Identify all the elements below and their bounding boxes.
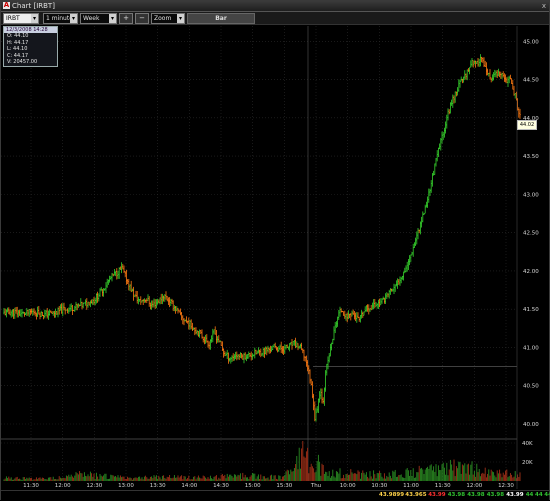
quote-value: 43.99 xyxy=(428,492,446,498)
quote-value: 44 xyxy=(544,492,550,498)
price-tick-label: 43.00 xyxy=(523,192,539,198)
quote-value: 43.99 xyxy=(506,492,524,498)
price-tick-label: 41.50 xyxy=(523,307,539,313)
volume-value: V: 20457.00 xyxy=(7,59,38,66)
quote-value: 43.98 xyxy=(447,492,466,498)
time-tick-label: 12:00 xyxy=(466,483,482,489)
time-tick-label: 11:30 xyxy=(435,483,451,489)
price-tick-label: 41.00 xyxy=(523,345,539,351)
last-price-label: 44.02 xyxy=(517,120,537,130)
time-tick-label: Thu xyxy=(310,483,321,489)
time-tick-label: 15:30 xyxy=(276,483,292,489)
close-value: C: 44.17 xyxy=(7,52,29,59)
high-value: H: 44.17 xyxy=(7,39,29,46)
volume-axis: 40K 20K xyxy=(522,441,533,466)
chart-grid xyxy=(1,26,517,481)
time-tick-label: 11:30 xyxy=(23,483,39,489)
quote-value: 43.965 xyxy=(405,492,427,498)
time-tick-label: 13:30 xyxy=(150,483,166,489)
volume-tick-label: 40K xyxy=(522,441,533,447)
price-chart[interactable]: 45.0044.5044.0043.5043.0042.5042.0041.50… xyxy=(1,1,549,501)
price-tick-label: 44.50 xyxy=(523,78,539,84)
low-value: L: 44.10 xyxy=(7,46,28,53)
time-tick-label: 15:00 xyxy=(245,483,261,489)
time-tick-label: 10:00 xyxy=(340,483,356,489)
time-tick-label: 12:30 xyxy=(86,483,102,489)
status-bar: 43.9899 43.965 43.99 43.98 43.98 43.98 43.99 44… xyxy=(1,490,550,500)
time-tick-label: 12:00 xyxy=(55,483,71,489)
time-tick-label: 11:00 xyxy=(403,483,419,489)
quote-value: 43.98 xyxy=(486,492,505,498)
quote-value: 44 xyxy=(535,492,543,498)
price-tick-label: 40.50 xyxy=(523,384,539,390)
price-axis: 45.0044.5044.0043.5043.0042.5042.0041.50… xyxy=(523,39,539,428)
time-tick-label: 12:30 xyxy=(498,483,514,489)
open-value: O: 44.10 xyxy=(7,33,29,39)
quote-value: 43.9899 xyxy=(379,492,405,498)
volume-tick-label: 20K xyxy=(522,460,533,466)
time-tick-label: 10:30 xyxy=(371,483,387,489)
price-tick-label: 43.50 xyxy=(523,154,539,160)
time-axis: 11:30 12:00 12:30 13:00 13:30 14:00 14:30 15:00… xyxy=(23,483,514,489)
price-tick-label: 42.00 xyxy=(523,269,539,275)
time-tick-label: 14:00 xyxy=(181,483,197,489)
time-tick-label: 13:00 xyxy=(118,483,134,489)
price-tick-label: 40.00 xyxy=(523,422,539,428)
time-tick-label: 14:30 xyxy=(213,483,229,489)
quote-value: 43.98 xyxy=(467,492,485,498)
chart-window: A Chart [IRBT] x IRBT ▾ 1 minute ▾ Week … xyxy=(0,0,550,500)
quote-value: 44 xyxy=(525,492,534,498)
data-window[interactable]: 12/3/2008 14:28 O: 44.10 H: 44.17 L: 44.… xyxy=(3,26,58,67)
price-tick-label: 42.50 xyxy=(523,231,539,237)
price-tick-label: 45.00 xyxy=(523,39,539,45)
